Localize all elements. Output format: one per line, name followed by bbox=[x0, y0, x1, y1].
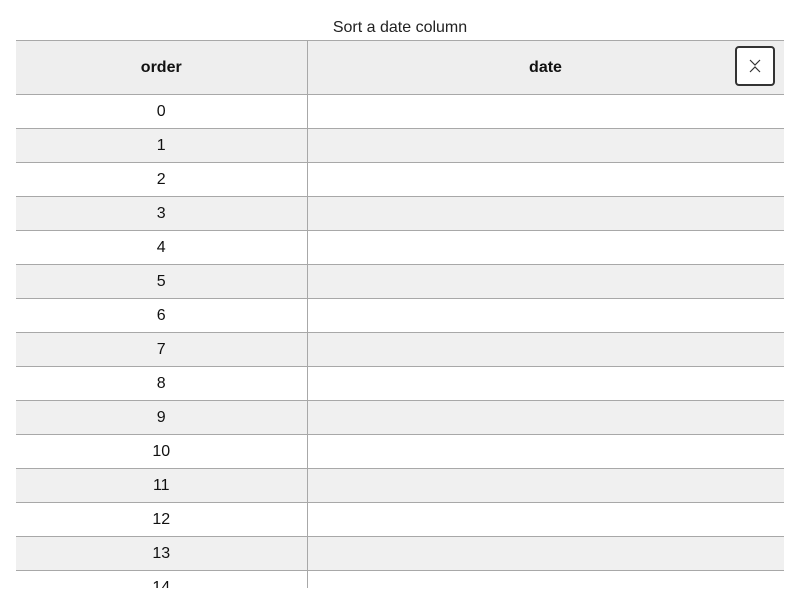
table-row: 4 bbox=[16, 230, 784, 265]
order-cell: 12 bbox=[16, 502, 308, 537]
table-row: 9 bbox=[16, 400, 784, 435]
order-cell: 6 bbox=[16, 298, 308, 333]
sort-date-button[interactable] bbox=[734, 46, 775, 86]
order-cell: 9 bbox=[16, 400, 308, 435]
date-cell bbox=[307, 434, 784, 469]
table-row: 6 bbox=[16, 298, 784, 333]
date-cell bbox=[307, 128, 784, 163]
order-cell: 5 bbox=[16, 264, 308, 299]
order-cell: 3 bbox=[16, 196, 308, 231]
order-cell: 10 bbox=[16, 434, 308, 469]
order-cell: 0 bbox=[16, 94, 308, 129]
table-row: 2 bbox=[16, 162, 784, 197]
date-cell bbox=[307, 400, 784, 435]
table-row: 12 bbox=[16, 502, 784, 537]
column-header-date-label: date bbox=[529, 58, 562, 76]
date-cell bbox=[307, 230, 784, 265]
date-cell bbox=[307, 468, 784, 503]
date-cell bbox=[307, 264, 784, 299]
header-row: order date bbox=[16, 40, 784, 95]
table-row: 14 bbox=[16, 570, 784, 588]
date-cell bbox=[307, 196, 784, 231]
order-cell: 8 bbox=[16, 366, 308, 401]
table-row: 7 bbox=[16, 332, 784, 367]
table-row: 11 bbox=[16, 468, 784, 503]
sort-unsorted-icon bbox=[749, 59, 760, 73]
table-row: 13 bbox=[16, 536, 784, 571]
table-row: 10 bbox=[16, 434, 784, 469]
order-cell: 4 bbox=[16, 230, 308, 265]
order-cell: 2 bbox=[16, 162, 308, 197]
date-cell bbox=[307, 298, 784, 333]
order-cell: 1 bbox=[16, 128, 308, 163]
table-container[interactable]: order date 0 1 2 3 4 5 6 7 8 9 10 11 12 13 14 bbox=[16, 40, 784, 588]
order-cell: 14 bbox=[16, 570, 308, 588]
table-row: 5 bbox=[16, 264, 784, 299]
table-row: 8 bbox=[16, 366, 784, 401]
date-cell bbox=[307, 536, 784, 571]
order-cell: 7 bbox=[16, 332, 308, 367]
date-cell bbox=[307, 94, 784, 129]
date-cell bbox=[307, 162, 784, 197]
column-header-date: date bbox=[307, 40, 784, 95]
date-cell bbox=[307, 332, 784, 367]
table-row: 1 bbox=[16, 128, 784, 163]
date-cell bbox=[307, 366, 784, 401]
order-cell: 11 bbox=[16, 468, 308, 503]
table-row: 0 bbox=[16, 94, 784, 129]
table-row: 3 bbox=[16, 196, 784, 231]
column-header-order: order bbox=[16, 40, 308, 95]
data-table: order date 0 1 2 3 4 5 6 7 8 9 10 11 12 13 14 bbox=[16, 40, 784, 588]
table-caption: Sort a date column bbox=[332, 19, 468, 36]
order-cell: 13 bbox=[16, 536, 308, 571]
date-cell bbox=[307, 502, 784, 537]
date-cell bbox=[307, 570, 784, 588]
